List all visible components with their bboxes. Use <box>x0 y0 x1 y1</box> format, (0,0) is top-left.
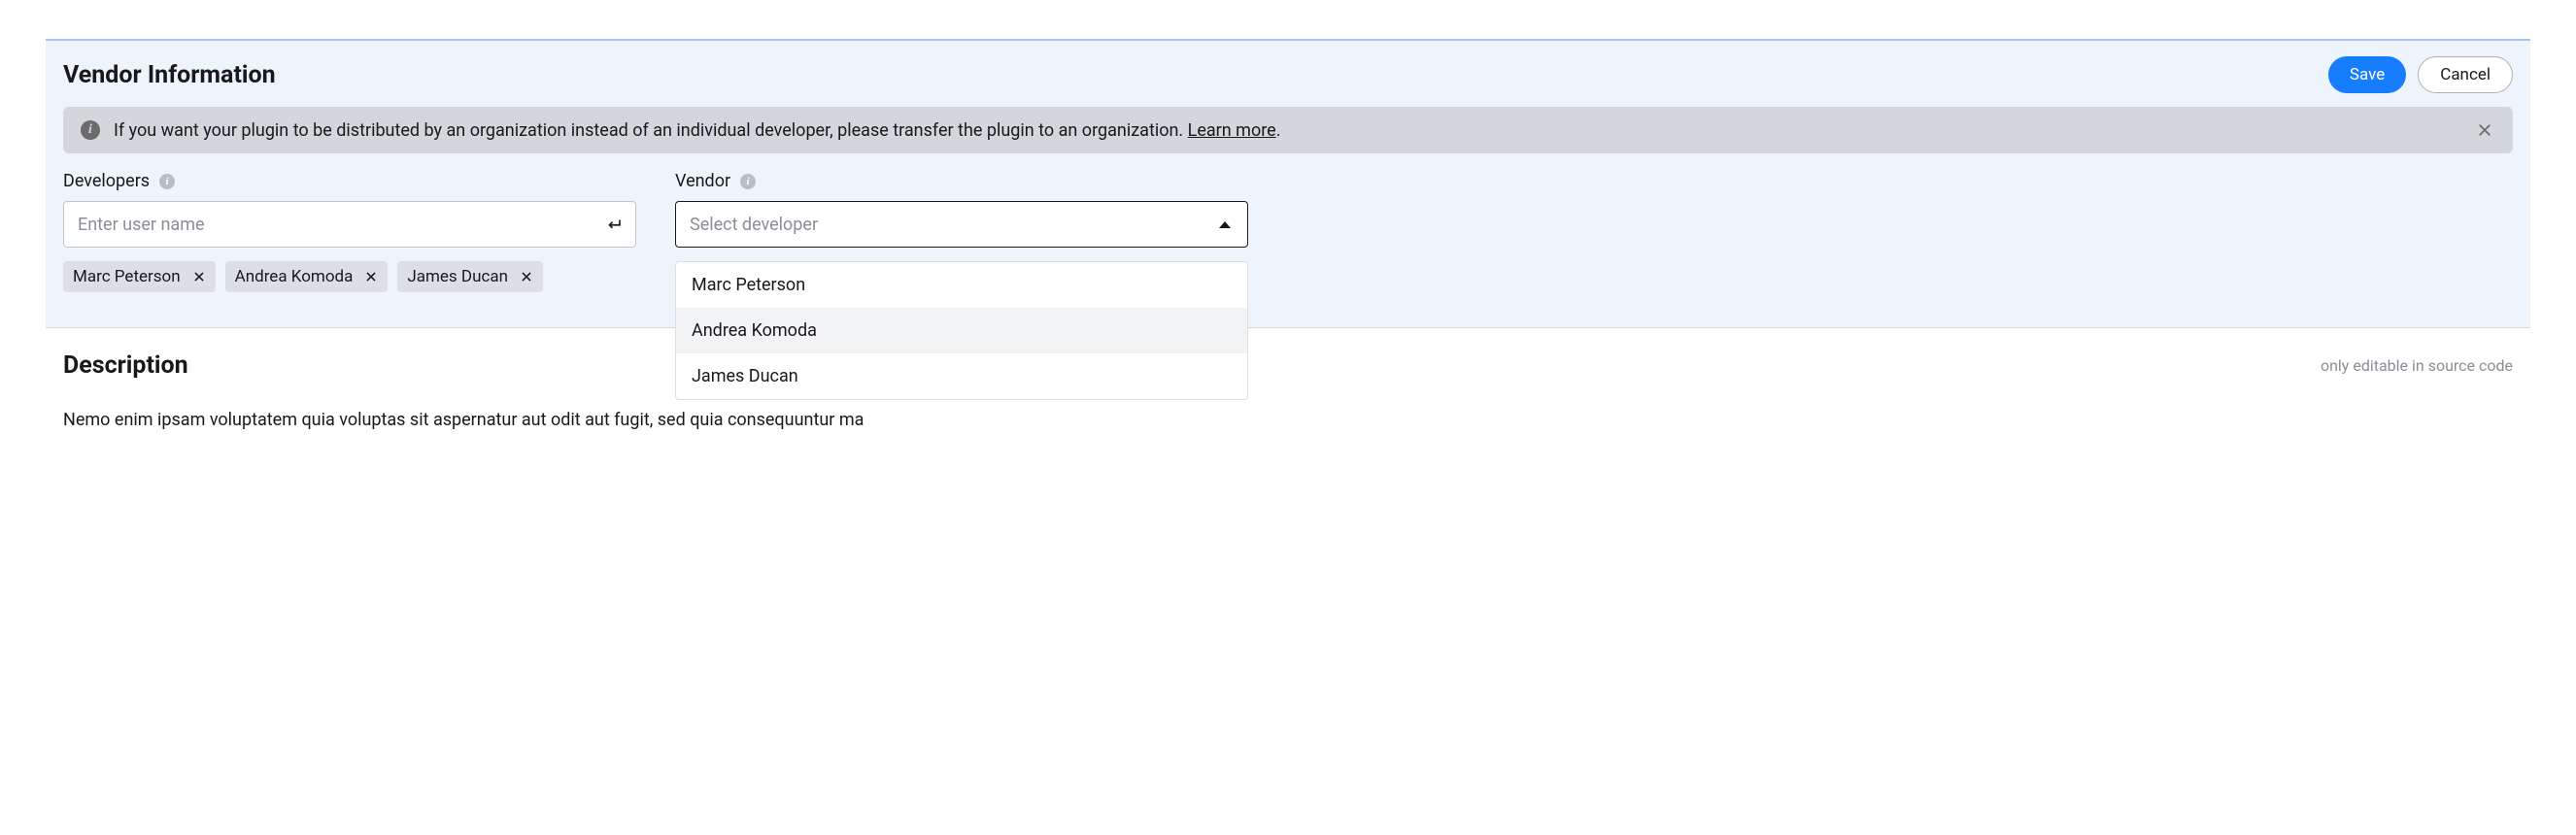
learn-more-link[interactable]: Learn more <box>1188 120 1276 141</box>
vendor-info-title: Vendor Information <box>63 61 276 89</box>
vendor-dropdown: Marc PetersonAndrea KomodaJames Ducan <box>675 261 1248 400</box>
description-section: Description only editable in source code… <box>0 328 2576 430</box>
form-row: Developers i Marc Peterson Andrea Komoda J… <box>46 171 2530 292</box>
info-alert: i If you want your plugin to be distribu… <box>63 107 2513 153</box>
alert-text: If you want your plugin to be distribute… <box>114 120 2460 141</box>
developer-chip: James Ducan <box>397 261 543 292</box>
developer-chip: Andrea Komoda <box>225 261 389 292</box>
alert-message: If you want your plugin to be distribute… <box>114 120 1188 141</box>
remove-icon[interactable] <box>192 270 206 284</box>
enter-icon <box>605 216 623 233</box>
developers-label: Developers <box>63 171 150 191</box>
dropdown-item[interactable]: Andrea Komoda <box>676 308 1247 353</box>
dropdown-item[interactable]: James Ducan <box>676 353 1247 399</box>
info-icon: i <box>81 120 100 140</box>
remove-icon[interactable] <box>520 270 533 284</box>
cancel-button[interactable]: Cancel <box>2418 56 2513 93</box>
alert-period: . <box>1276 120 1281 141</box>
chip-label: Andrea Komoda <box>235 267 354 286</box>
close-icon[interactable] <box>2474 119 2495 141</box>
developers-label-row: Developers i <box>63 171 636 191</box>
dropdown-item[interactable]: Marc Peterson <box>676 262 1247 308</box>
description-body: Nemo enim ipsam voluptatem quia voluptas… <box>63 407 2513 430</box>
description-body-wrap: Nemo enim ipsam voluptatem quia voluptas… <box>63 407 2513 430</box>
panel-header: Vendor Information Save Cancel <box>46 41 2530 107</box>
info-icon[interactable]: i <box>740 174 756 189</box>
caret-up-icon <box>1218 219 1232 229</box>
developer-chip: Marc Peterson <box>63 261 216 292</box>
info-icon[interactable]: i <box>159 174 175 189</box>
vendor-select-placeholder: Select developer <box>690 215 818 235</box>
description-header: Description only editable in source code <box>63 351 2513 380</box>
chip-label: James Ducan <box>407 267 508 286</box>
description-note: only editable in source code <box>2321 356 2513 375</box>
vendor-label-row: Vendor i <box>675 171 1248 191</box>
vendor-select-wrap: Select developer Marc PetersonAndrea Kom… <box>675 201 1248 248</box>
vendor-info-panel: Vendor Information Save Cancel i If you … <box>46 39 2530 328</box>
vendor-select[interactable]: Select developer <box>675 201 1248 248</box>
save-button[interactable]: Save <box>2328 56 2406 93</box>
vendor-label: Vendor <box>675 171 730 191</box>
vendor-field: Vendor i Select developer Marc PetersonA… <box>675 171 1248 292</box>
developers-input-wrap <box>63 201 636 248</box>
action-buttons: Save Cancel <box>2328 56 2513 93</box>
developers-field: Developers i Marc Peterson Andrea Komoda J… <box>63 171 636 292</box>
developer-chips: Marc Peterson Andrea Komoda James Ducan <box>63 261 636 292</box>
chip-label: Marc Peterson <box>73 267 181 286</box>
remove-icon[interactable] <box>364 270 378 284</box>
developers-input[interactable] <box>63 201 636 248</box>
description-title: Description <box>63 351 188 380</box>
